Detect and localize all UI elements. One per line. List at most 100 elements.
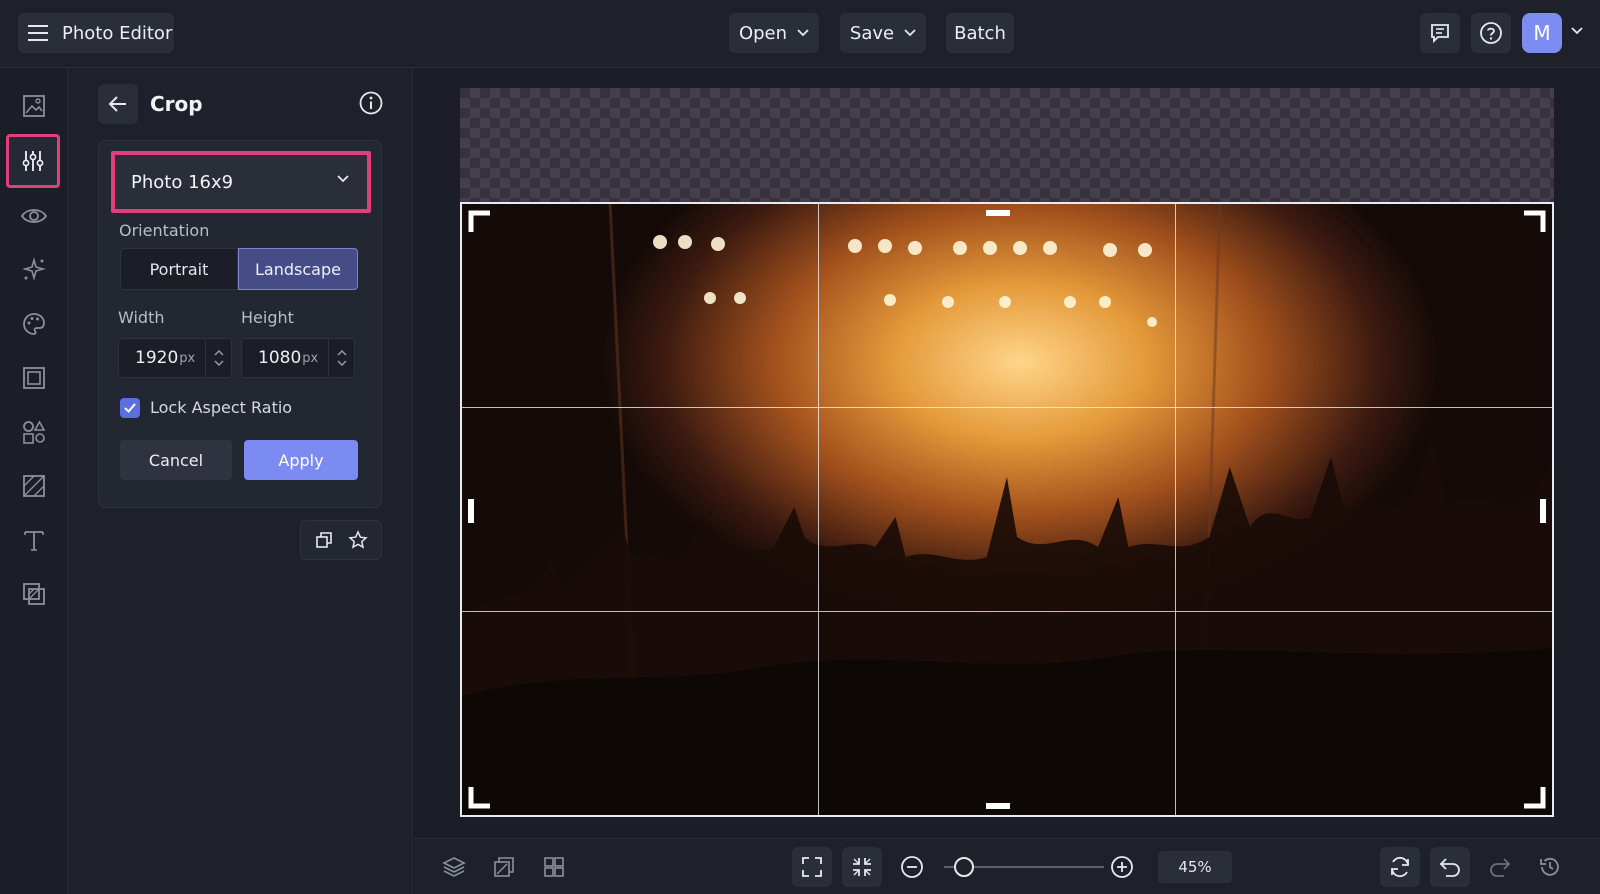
crop-handle-top[interactable] (986, 210, 1010, 216)
help-button[interactable] (1471, 13, 1511, 53)
apply-button[interactable]: Apply (244, 440, 358, 480)
batch-button[interactable]: Batch (946, 13, 1014, 53)
copy-settings-icon[interactable] (314, 530, 334, 550)
height-value: 1080 (258, 348, 302, 368)
crop-panel: Crop Photo 16x9 Orientation Portrait Lan… (68, 68, 413, 894)
rail-item-text[interactable] (10, 516, 58, 564)
rail-item-effects[interactable] (10, 246, 58, 294)
height-stepper[interactable] (328, 339, 354, 377)
palette-icon (23, 313, 45, 335)
save-label: Save (849, 22, 895, 44)
chevron-up-icon[interactable] (214, 350, 224, 356)
actual-size-button[interactable] (842, 847, 882, 887)
history-button[interactable] (1530, 847, 1570, 887)
hamburger-menu-icon[interactable] (28, 24, 50, 42)
width-stepper[interactable] (205, 339, 231, 377)
rail-item-adjust[interactable] (6, 134, 60, 188)
orientation-label: Orientation (119, 221, 210, 240)
user-initial: M (1533, 21, 1551, 45)
zoom-out-icon (901, 856, 923, 878)
rail-item-frames[interactable] (10, 354, 58, 402)
expand-icon (802, 857, 822, 877)
history-icon (1540, 857, 1559, 876)
texture-icon (23, 475, 45, 497)
fit-to-screen-button[interactable] (792, 847, 832, 887)
chevron-up-icon[interactable] (337, 350, 347, 356)
height-unit: px (302, 350, 319, 366)
crop-preset-value: Photo 16x9 (131, 171, 234, 193)
undo-button[interactable] (1430, 847, 1470, 887)
frame-icon (23, 367, 45, 389)
orientation-landscape-button[interactable]: Landscape (238, 248, 358, 290)
zoom-out-button[interactable] (892, 847, 932, 887)
app-title: Photo Editor (62, 22, 173, 44)
chevron-down-icon[interactable] (214, 360, 224, 366)
refresh-icon (1391, 856, 1409, 878)
cancel-button[interactable]: Cancel (120, 440, 232, 480)
width-input[interactable]: 1920 px (118, 338, 232, 378)
eye-icon (20, 209, 48, 223)
save-menu-button[interactable]: Save (840, 13, 926, 53)
crop-handle-bottom-left[interactable] (468, 785, 492, 809)
grid-view-button[interactable] (534, 847, 574, 887)
feedback-button[interactable] (1420, 13, 1460, 53)
compare-icon (494, 857, 514, 877)
rail-item-image[interactable] (10, 82, 58, 130)
redo-button[interactable] (1480, 847, 1520, 887)
chevron-down-icon (797, 29, 809, 37)
zoom-slider-handle[interactable] (954, 857, 974, 877)
back-button[interactable] (98, 84, 138, 124)
chevron-down-icon[interactable] (337, 360, 347, 366)
zoom-percentage[interactable]: 45% (1158, 851, 1232, 883)
crop-box[interactable] (460, 202, 1554, 817)
zoom-in-icon (1111, 856, 1133, 878)
layers-icon (442, 857, 466, 877)
check-icon (124, 403, 136, 413)
rail-item-artsy[interactable] (10, 300, 58, 348)
arrow-left-icon (108, 96, 126, 112)
height-label: Height (241, 308, 294, 327)
batch-label: Batch (954, 22, 1006, 44)
width-label: Width (118, 308, 165, 327)
compare-button[interactable] (484, 847, 524, 887)
crop-handle-top-right[interactable] (1522, 210, 1546, 234)
crop-preset-dropdown[interactable]: Photo 16x9 (111, 151, 371, 213)
orientation-portrait-button[interactable]: Portrait (120, 248, 238, 290)
panel-mini-toolbar (300, 520, 382, 560)
graphics-icon (23, 420, 46, 444)
help-icon (1480, 22, 1502, 44)
bottom-toolbar: 45% (414, 838, 1600, 894)
rail-item-view[interactable] (10, 192, 58, 240)
height-input[interactable]: 1080 px (241, 338, 355, 378)
crop-handle-bottom-right[interactable] (1522, 785, 1546, 809)
width-unit: px (179, 350, 196, 366)
user-avatar[interactable]: M (1522, 13, 1562, 53)
star-icon[interactable] (347, 530, 368, 550)
rail-item-graphics[interactable] (10, 408, 58, 456)
account-chevron-down-icon[interactable] (1570, 26, 1584, 36)
lock-aspect-checkbox[interactable] (120, 398, 140, 418)
text-icon (24, 531, 44, 551)
top-bar: Photo Editor Open Save Batch M (0, 0, 1600, 68)
crop-grid-line (462, 611, 1552, 612)
rail-item-textures[interactable] (10, 462, 58, 510)
crop-handle-top-left[interactable] (468, 210, 492, 234)
crop-handle-left[interactable] (468, 499, 474, 523)
adjust-sliders-icon (22, 151, 44, 171)
crop-handle-bottom[interactable] (986, 803, 1010, 809)
layers-button[interactable] (434, 847, 474, 887)
zoom-in-button[interactable] (1102, 847, 1142, 887)
width-value: 1920 (135, 348, 179, 368)
reset-button[interactable] (1380, 847, 1420, 887)
panel-title: Crop (150, 92, 203, 116)
lock-aspect-label[interactable]: Lock Aspect Ratio (150, 398, 292, 417)
rail-item-overlays[interactable] (10, 570, 58, 618)
crop-handle-right[interactable] (1540, 499, 1546, 523)
open-label: Open (738, 22, 788, 44)
chevron-down-icon (904, 29, 916, 37)
undo-icon (1439, 858, 1460, 877)
info-icon[interactable] (358, 90, 384, 116)
collapse-icon (853, 858, 871, 876)
app-menu-button[interactable]: Photo Editor (18, 13, 174, 53)
open-menu-button[interactable]: Open (729, 13, 819, 53)
